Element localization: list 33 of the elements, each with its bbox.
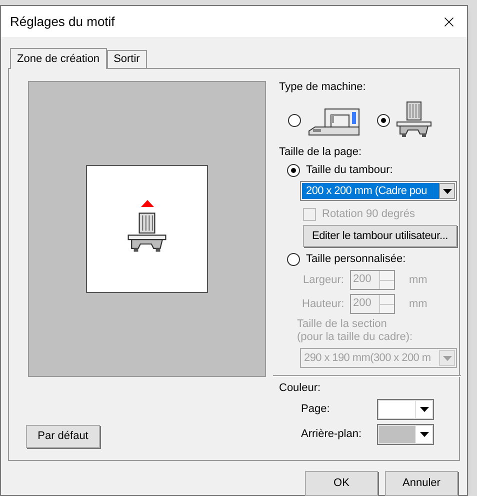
color-label: Arrière-plan: <box>300 428 363 441</box>
unit-label: mm <box>409 274 428 286</box>
field-label: Hauteur: <box>302 298 344 310</box>
checkbox[interactable] <box>303 208 316 221</box>
hoop-dropdown[interactable]: 200 x 200 mm (Cadre pou <box>300 181 457 201</box>
checkbox-label: Rotation 90 degrés <box>322 208 415 221</box>
option-label: Taille personnalisée: <box>306 253 406 266</box>
dropdown-arrow-icon[interactable] <box>420 407 428 412</box>
dialog-button[interactable]: OK <box>305 471 378 496</box>
edit-hoop-button[interactable]: Editer le tambour utilisateur... <box>303 225 457 247</box>
radio-button[interactable] <box>288 114 301 126</box>
radio-button[interactable] <box>287 253 300 266</box>
dropdown-arrow-icon[interactable] <box>442 188 452 194</box>
section-size-label: Taille de la section (pour la taille du cadre): <box>297 318 414 344</box>
radio-button[interactable] <box>287 164 300 177</box>
color-dropdown[interactable] <box>377 399 434 420</box>
color-label: Page: <box>300 403 331 416</box>
tab[interactable]: Zone de création <box>10 48 107 69</box>
dropdown-arrow-icon[interactable] <box>420 432 428 437</box>
option-label: Taille du tambour: <box>306 164 393 177</box>
unit-label: mm <box>409 298 428 310</box>
section-label: Couleur: <box>279 382 322 395</box>
window-title: Réglages du motif <box>10 15 115 28</box>
triangle-marker-icon <box>140 200 154 206</box>
tab[interactable]: Sortir <box>106 50 147 68</box>
section-label: Type de machine: <box>279 81 367 94</box>
radio-button[interactable] <box>376 114 390 126</box>
field-label: Largeur: <box>302 274 344 286</box>
dialog-button[interactable]: Annuler <box>385 471 458 496</box>
color-dropdown[interactable] <box>377 424 434 445</box>
default-button[interactable]: Par défaut <box>26 425 100 448</box>
section-label: Taille de la page: <box>279 146 363 159</box>
embroidery-machine-icon <box>394 100 434 140</box>
